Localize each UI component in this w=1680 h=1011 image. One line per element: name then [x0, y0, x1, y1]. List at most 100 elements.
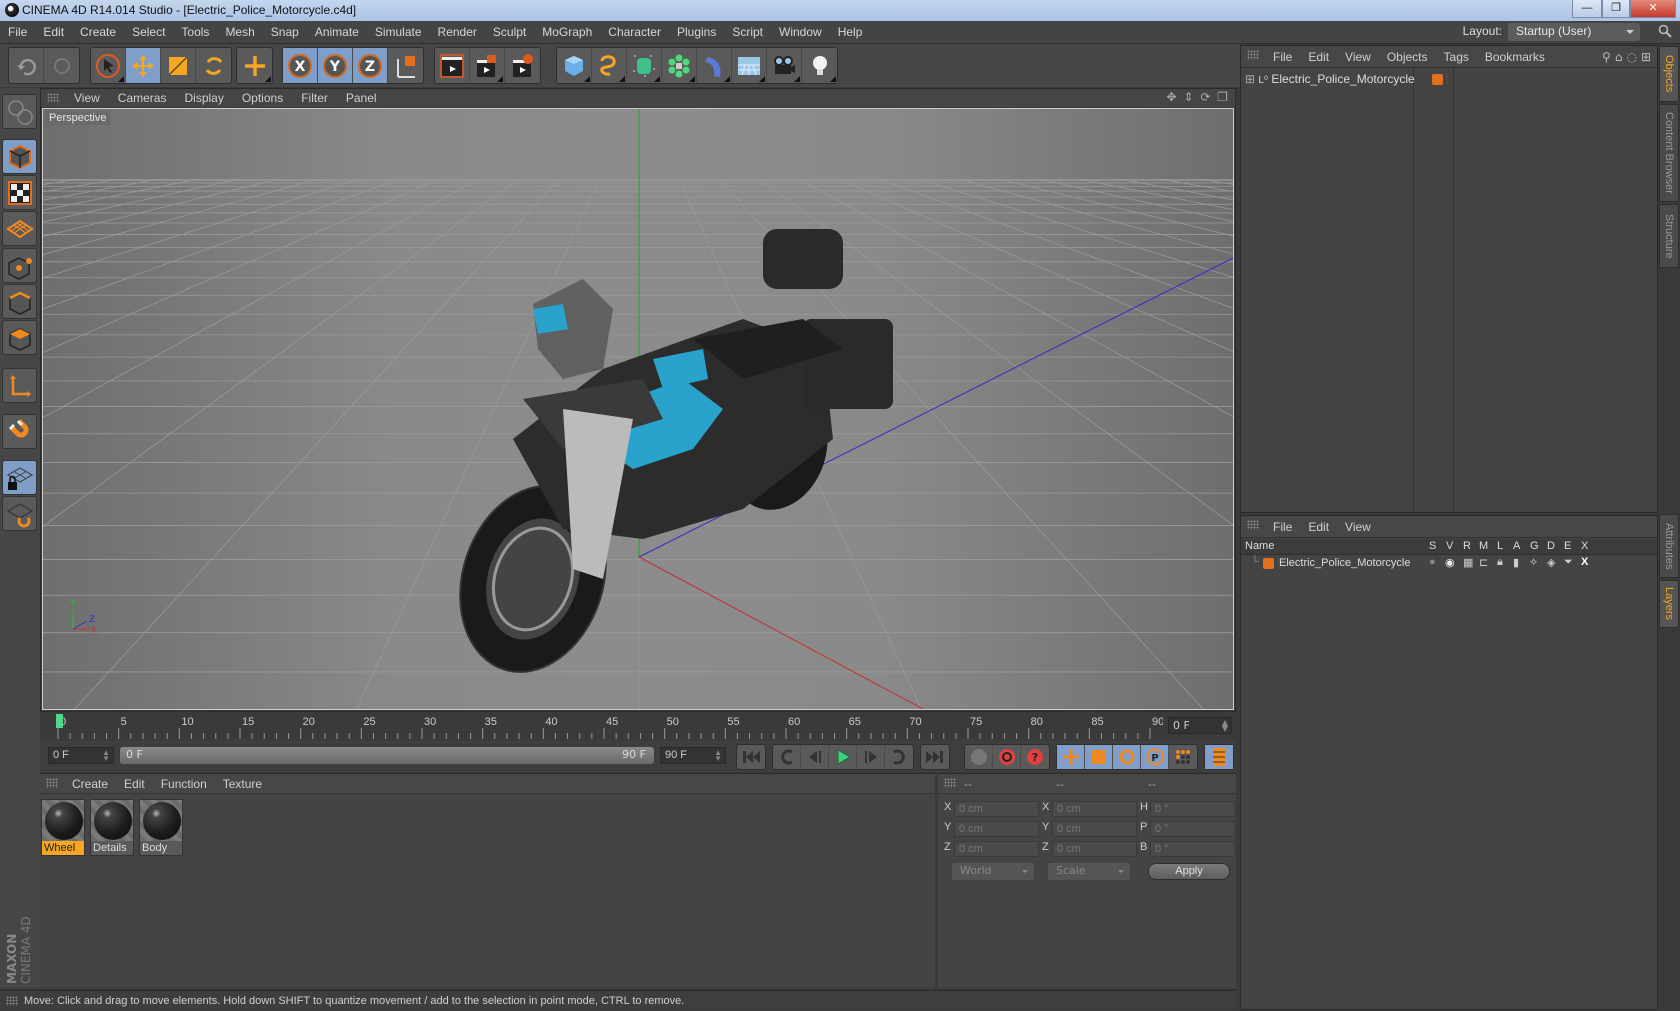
material-details[interactable]: Details — [90, 799, 134, 856]
menu-window[interactable]: Window — [771, 21, 830, 44]
scale-tool-button[interactable] — [161, 48, 196, 83]
texture-mode-button[interactable] — [2, 175, 37, 210]
snap-button[interactable] — [2, 414, 37, 449]
model-mode-button[interactable] — [2, 139, 37, 174]
home-icon[interactable]: ⌂ — [1615, 50, 1623, 64]
zoom-icon[interactable]: ⇕ — [1182, 91, 1195, 104]
add-cube-button[interactable] — [557, 48, 592, 83]
add-camera-button[interactable] — [767, 48, 802, 83]
playhead[interactable] — [56, 714, 63, 728]
key-scale-button[interactable] — [1085, 745, 1113, 769]
column-name[interactable]: Name — [1245, 540, 1274, 552]
menu-edit[interactable]: Edit — [35, 21, 72, 44]
size-x-field[interactable]: 0 cm — [1052, 801, 1137, 817]
timeline-ruler[interactable]: 0 5 10 15 20 25 30 35 40 45 50 55 60 65 70 75 80 85 90 0 F… — [40, 712, 1236, 740]
record-active-button[interactable] — [965, 745, 993, 769]
column-locked[interactable]: L — [1497, 540, 1503, 552]
menu-simulate[interactable]: Simulate — [367, 21, 430, 44]
generators-toggle-icon[interactable]: ⟡ — [1530, 556, 1537, 569]
object-menu-tags[interactable]: Tags — [1436, 46, 1477, 68]
move-tool-button[interactable] — [126, 48, 161, 83]
deformers-toggle-icon[interactable]: ◈ — [1547, 556, 1555, 569]
panel-grip-icon[interactable] — [1247, 50, 1259, 60]
new-window-icon[interactable]: ⊞ — [1641, 50, 1651, 64]
key-parameter-button[interactable]: P — [1141, 745, 1169, 769]
column-animation[interactable]: A — [1513, 540, 1520, 552]
object-menu-file[interactable]: File — [1265, 46, 1300, 68]
prev-frame-button[interactable] — [801, 745, 829, 769]
menu-help[interactable]: Help — [830, 21, 871, 44]
orbit-icon[interactable]: ⟳ — [1199, 91, 1212, 104]
expand-icon[interactable]: ⊞ — [1245, 72, 1255, 86]
z-axis-button[interactable]: Z — [353, 48, 388, 83]
menu-script[interactable]: Script — [724, 21, 771, 44]
menu-select[interactable]: Select — [124, 21, 173, 44]
layout-dropdown[interactable]: Startup (User) — [1508, 23, 1640, 41]
motorcycle-model[interactable] — [437, 229, 893, 691]
layer-name[interactable]: Electric_Police_Motorcycle — [1279, 557, 1410, 569]
size-z-field[interactable]: 0 cm — [1052, 841, 1137, 857]
axis-mode-button[interactable] — [2, 368, 37, 403]
add-subdivision-button[interactable] — [627, 48, 662, 83]
restore-button[interactable]: ❐ — [1602, 0, 1630, 18]
menu-animate[interactable]: Animate — [307, 21, 367, 44]
next-key-button[interactable] — [885, 745, 913, 769]
position-x-field[interactable]: 0 cm — [954, 801, 1039, 817]
layer-menu-edit[interactable]: Edit — [1300, 516, 1337, 538]
layer-row[interactable]: └ Electric_Police_Motorcycle ● ◉ ▦ ⊏ 🔒︎ … — [1241, 556, 1657, 572]
coordinate-space-dropdown[interactable]: World — [952, 863, 1034, 880]
points-mode-button[interactable] — [2, 248, 37, 283]
tab-objects[interactable]: Objects — [1659, 46, 1679, 102]
add-spline-button[interactable] — [592, 48, 627, 83]
layer-color-swatch[interactable] — [1263, 558, 1274, 569]
panel-grip-icon[interactable] — [944, 778, 956, 788]
y-axis-button[interactable]: Y — [318, 48, 353, 83]
start-frame-field[interactable]: 0 F ▲ ▼ — [48, 747, 114, 764]
spinner-icon[interactable]: ▲ ▼ — [1222, 719, 1228, 733]
make-editable-button[interactable] — [2, 94, 37, 129]
pan-icon[interactable]: ✥ — [1165, 91, 1178, 104]
xref-toggle-icon[interactable]: X — [1581, 556, 1588, 568]
rotate-tool-button[interactable] — [196, 48, 231, 83]
position-z-field[interactable]: 0 cm — [954, 841, 1039, 857]
redo-button[interactable] — [44, 48, 79, 83]
timeline-window-button[interactable] — [1205, 745, 1233, 769]
close-button[interactable]: ✕ — [1630, 0, 1676, 18]
key-pla-button[interactable] — [1169, 745, 1197, 769]
tab-layers[interactable]: Layers — [1659, 580, 1679, 628]
column-expressions[interactable]: E — [1564, 540, 1571, 552]
timeline-ticks[interactable]: 0 5 10 15 20 25 30 35 40 45 50 55 60 65 70 75 80 85 90 — [50, 712, 1163, 740]
animation-toggle-icon[interactable]: ▮ — [1513, 556, 1519, 569]
tab-structure[interactable]: Structure — [1659, 204, 1679, 268]
menu-file[interactable]: File — [0, 21, 35, 44]
workplane-mode-button[interactable] — [2, 211, 37, 246]
viewport-canvas[interactable]: Y X Z Perspective — [42, 108, 1234, 710]
viewport-menu-display[interactable]: Display — [175, 89, 232, 107]
recent-tool-button[interactable] — [237, 48, 272, 83]
rotation-b-field[interactable]: 0 ° — [1150, 841, 1235, 857]
column-manager[interactable]: M — [1479, 540, 1488, 552]
polygons-mode-button[interactable] — [2, 320, 37, 355]
add-deformer-button[interactable] — [697, 48, 732, 83]
goto-end-button[interactable] — [921, 745, 949, 769]
preview-range-slider[interactable]: 0 F 90 F — [120, 747, 654, 764]
camera-label[interactable]: Perspective — [45, 111, 111, 125]
expressions-toggle-icon[interactable]: ⏷ — [1564, 556, 1573, 569]
end-frame-field[interactable]: 90 F ▲ ▼ — [660, 747, 726, 764]
menu-mesh[interactable]: Mesh — [217, 21, 262, 44]
menu-character[interactable]: Character — [600, 21, 669, 44]
minimize-button[interactable]: — — [1572, 0, 1602, 18]
object-menu-objects[interactable]: Objects — [1379, 46, 1436, 68]
undo-button[interactable] — [9, 48, 44, 83]
apply-button[interactable]: Apply — [1148, 863, 1230, 880]
object-name[interactable]: Electric_Police_Motorcycle — [1271, 72, 1414, 86]
viewport-menu-view[interactable]: View — [65, 89, 109, 107]
material-menu-texture[interactable]: Texture — [215, 774, 270, 794]
prev-key-button[interactable] — [773, 745, 801, 769]
visible-toggle-icon[interactable]: ◉ — [1445, 556, 1455, 569]
render-settings-button[interactable] — [505, 48, 540, 83]
lock-toggle-icon[interactable]: 🔒︎ — [1497, 556, 1503, 569]
tab-attributes[interactable]: Attributes — [1659, 514, 1679, 578]
column-solo[interactable]: S — [1429, 540, 1436, 552]
menu-create[interactable]: Create — [72, 21, 124, 44]
